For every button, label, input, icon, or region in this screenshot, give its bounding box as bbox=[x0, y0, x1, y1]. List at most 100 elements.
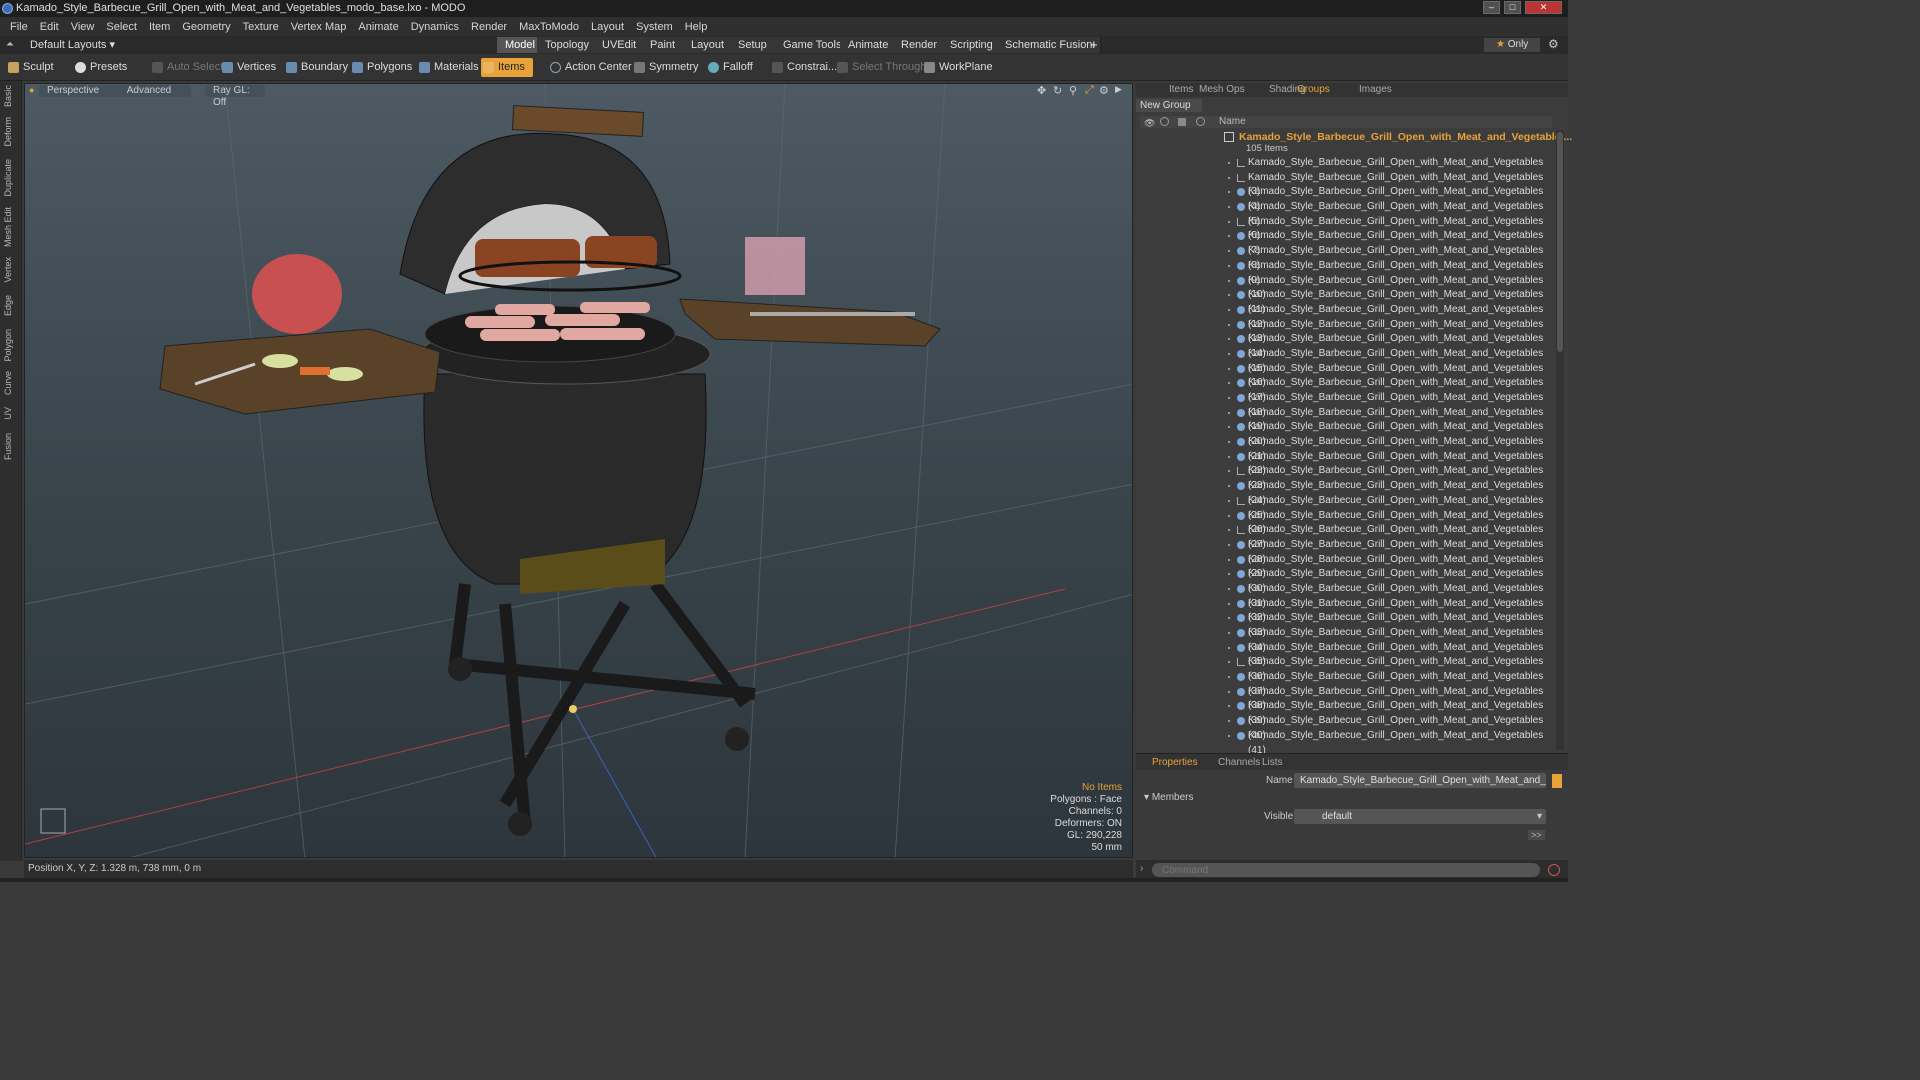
boundary-button[interactable]: Boundary bbox=[284, 58, 348, 77]
falloff-button[interactable]: Falloff bbox=[706, 58, 753, 77]
visibility-column-icon[interactable]: 👁 bbox=[1144, 117, 1155, 129]
list-item[interactable]: Kamado_Style_Barbecue_Grill_Open_with_Me… bbox=[1140, 347, 1552, 374]
presets-button[interactable]: Presets bbox=[73, 58, 127, 77]
name-field[interactable]: Kamado_Style_Barbecue_Grill_Open_with_Me… bbox=[1294, 773, 1546, 788]
layout-tab-setup[interactable]: Setup bbox=[730, 37, 776, 53]
left-tab-mesh-edit[interactable]: Mesh Edit bbox=[3, 207, 19, 247]
list-item[interactable]: Kamado_Style_Barbecue_Grill_Open_with_Me… bbox=[1140, 185, 1552, 212]
menu-maxtomodo[interactable]: MaxToModo bbox=[513, 21, 585, 33]
layout-tab-animate[interactable]: Animate bbox=[840, 37, 898, 53]
list-item[interactable]: Kamado_Style_Barbecue_Grill_Open_with_Me… bbox=[1140, 362, 1552, 388]
menu-render[interactable]: Render bbox=[465, 21, 513, 33]
left-tab-polygon[interactable]: Polygon bbox=[3, 329, 19, 362]
list-item[interactable]: Kamado_Style_Barbecue_Grill_Open_with_Me… bbox=[1140, 435, 1552, 462]
list-item[interactable]: Kamado_Style_Barbecue_Grill_Open_with_Me… bbox=[1140, 553, 1552, 579]
items-button[interactable]: Items bbox=[481, 58, 533, 77]
menu-help[interactable]: Help bbox=[679, 21, 714, 33]
list-item[interactable]: Kamado_Style_Barbecue_Grill_Open_with_Me… bbox=[1140, 626, 1552, 653]
menu-dynamics[interactable]: Dynamics bbox=[405, 21, 465, 33]
3d-viewport[interactable]: ● Perspective Advanced Ray GL: Off ✥ ↻ ⚲… bbox=[24, 83, 1133, 858]
layout-tab-paint[interactable]: Paint bbox=[642, 37, 685, 53]
scrollbar-thumb[interactable] bbox=[1557, 132, 1563, 352]
layout-tab-schematic-fusion[interactable]: Schematic Fusion bbox=[997, 37, 1102, 53]
auto-select-button[interactable]: Auto Select bbox=[150, 58, 223, 77]
add-layout-button[interactable]: + bbox=[1090, 37, 1098, 52]
list-item[interactable]: Kamado_Style_Barbecue_Grill_Open_with_Me… bbox=[1140, 332, 1552, 359]
select-through-button[interactable]: Select Through bbox=[835, 58, 926, 77]
orange-side-tab[interactable] bbox=[1552, 774, 1562, 788]
list-item[interactable]: Kamado_Style_Barbecue_Grill_Open_with_Me… bbox=[1140, 611, 1552, 638]
list-item[interactable]: Kamado_Style_Barbecue_Grill_Open_with_Me… bbox=[1140, 420, 1552, 447]
menu-edit[interactable]: Edit bbox=[34, 21, 65, 33]
name-column-header[interactable]: Name bbox=[1219, 116, 1246, 128]
left-tab-curve[interactable]: Curve bbox=[3, 371, 19, 395]
panel-tab-images[interactable]: Images bbox=[1354, 83, 1397, 96]
only-toggle[interactable]: ★ Only bbox=[1484, 38, 1540, 52]
close-button[interactable]: ✕ bbox=[1525, 1, 1562, 14]
list-item[interactable]: Kamado_Style_Barbecue_Grill_Open_with_Me… bbox=[1140, 479, 1552, 506]
list-item[interactable]: Kamado_Style_Barbecue_Grill_Open_with_Me… bbox=[1140, 229, 1552, 256]
list-item[interactable]: Kamado_Style_Barbecue_Grill_Open_with_Me… bbox=[1140, 318, 1552, 344]
select-column-icon[interactable] bbox=[1196, 117, 1205, 126]
maximize-button[interactable]: □ bbox=[1504, 1, 1521, 14]
properties-tab-properties[interactable]: Properties bbox=[1146, 756, 1204, 769]
list-item[interactable]: Kamado_Style_Barbecue_Grill_Open_with_Me… bbox=[1140, 450, 1552, 476]
panel-tab-groups[interactable]: Groups bbox=[1292, 83, 1335, 96]
list-item[interactable]: Kamado_Style_Barbecue_Grill_Open_with_Me… bbox=[1140, 685, 1552, 711]
menu-view[interactable]: View bbox=[65, 21, 101, 33]
render-column-icon[interactable] bbox=[1160, 117, 1169, 126]
left-tab-vertex[interactable]: Vertex bbox=[3, 257, 19, 283]
list-item[interactable]: Kamado_Style_Barbecue_Grill_Open_with_Me… bbox=[1140, 200, 1552, 227]
transform-gizmo[interactable] bbox=[569, 705, 577, 713]
list-item[interactable]: Kamado_Style_Barbecue_Grill_Open_with_Me… bbox=[1140, 156, 1552, 171]
visible-dropdown[interactable]: default ▾ bbox=[1294, 809, 1546, 824]
action-center-button[interactable]: Action Center bbox=[548, 58, 632, 77]
polygons-button[interactable]: Polygons bbox=[350, 58, 412, 77]
group-row[interactable]: Kamado_Style_Barbecue_Grill_Open_with_Me… bbox=[1140, 130, 1572, 156]
layout-tab-layout[interactable]: Layout bbox=[683, 37, 734, 53]
menu-item[interactable]: Item bbox=[143, 21, 176, 33]
list-item[interactable]: Kamado_Style_Barbecue_Grill_Open_with_Me… bbox=[1140, 641, 1552, 667]
panel-tab-mesh-ops[interactable]: Mesh Ops bbox=[1194, 83, 1250, 96]
list-item[interactable]: Kamado_Style_Barbecue_Grill_Open_with_Me… bbox=[1140, 244, 1552, 271]
list-item[interactable]: Kamado_Style_Barbecue_Grill_Open_with_Me… bbox=[1140, 729, 1552, 756]
list-item[interactable]: Kamado_Style_Barbecue_Grill_Open_with_Me… bbox=[1140, 582, 1552, 609]
list-item[interactable]: Kamado_Style_Barbecue_Grill_Open_with_Me… bbox=[1140, 376, 1552, 403]
list-item[interactable]: Kamado_Style_Barbecue_Grill_Open_with_Me… bbox=[1140, 288, 1552, 315]
left-tab-fusion[interactable]: Fusion bbox=[3, 433, 19, 460]
minimize-button[interactable]: – bbox=[1483, 1, 1500, 14]
list-item[interactable]: Kamado_Style_Barbecue_Grill_Open_with_Me… bbox=[1140, 391, 1552, 418]
list-item[interactable]: Kamado_Style_Barbecue_Grill_Open_with_Me… bbox=[1140, 567, 1552, 594]
symmetry-button[interactable]: Symmetry bbox=[632, 58, 699, 77]
properties-tab-lists[interactable]: Lists bbox=[1256, 756, 1289, 769]
constraints-button[interactable]: Constrai... bbox=[770, 58, 837, 77]
menu-system[interactable]: System bbox=[630, 21, 679, 33]
command-stop-icon[interactable] bbox=[1548, 864, 1560, 876]
gear-icon[interactable]: ⚙ bbox=[1548, 37, 1559, 51]
list-item[interactable]: Kamado_Style_Barbecue_Grill_Open_with_Me… bbox=[1140, 494, 1552, 521]
list-item[interactable]: Kamado_Style_Barbecue_Grill_Open_with_Me… bbox=[1140, 259, 1552, 286]
menu-layout[interactable]: Layout bbox=[585, 21, 630, 33]
left-tab-edge[interactable]: Edge bbox=[3, 295, 19, 316]
sculpt-button[interactable]: Sculpt bbox=[6, 58, 54, 77]
menu-select[interactable]: Select bbox=[100, 21, 143, 33]
group-name[interactable]: Kamado_Style_Barbecue_Grill_Open_with_Me… bbox=[1239, 131, 1572, 143]
list-item[interactable]: Kamado_Style_Barbecue_Grill_Open_with_Me… bbox=[1140, 215, 1552, 241]
left-tab-deform[interactable]: Deform bbox=[3, 117, 19, 147]
members-section[interactable]: ▾ Members bbox=[1144, 792, 1194, 803]
list-item[interactable]: Kamado_Style_Barbecue_Grill_Open_with_Me… bbox=[1140, 597, 1552, 623]
layout-tab-scripting[interactable]: Scripting bbox=[942, 37, 1002, 53]
list-scrollbar[interactable] bbox=[1556, 130, 1564, 750]
menu-vertex-map[interactable]: Vertex Map bbox=[285, 21, 353, 33]
menu-geometry[interactable]: Geometry bbox=[176, 21, 236, 33]
list-item[interactable]: Kamado_Style_Barbecue_Grill_Open_with_Me… bbox=[1140, 406, 1552, 432]
list-item[interactable]: Kamado_Style_Barbecue_Grill_Open_with_Me… bbox=[1140, 523, 1552, 550]
layout-tab-render[interactable]: Render bbox=[893, 37, 947, 53]
list-item[interactable]: Kamado_Style_Barbecue_Grill_Open_with_Me… bbox=[1140, 274, 1552, 300]
command-input[interactable] bbox=[1152, 863, 1540, 877]
list-item[interactable]: Kamado_Style_Barbecue_Grill_Open_with_Me… bbox=[1140, 303, 1552, 330]
layout-tab-uvedit[interactable]: UVEdit bbox=[594, 37, 646, 53]
menu-texture[interactable]: Texture bbox=[237, 21, 285, 33]
left-tab-uv[interactable]: UV bbox=[3, 407, 19, 420]
menu-file[interactable]: File bbox=[4, 21, 34, 33]
